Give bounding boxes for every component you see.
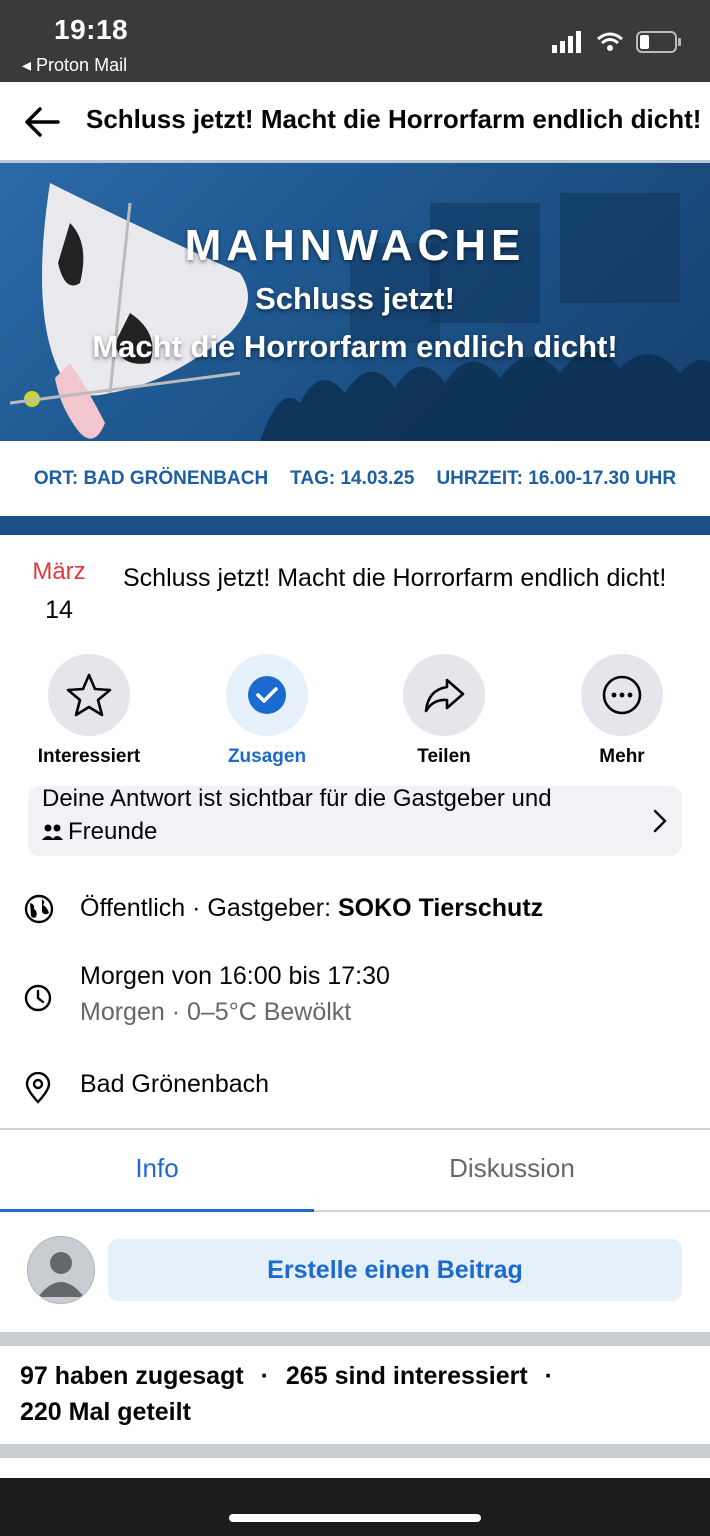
going-circle bbox=[226, 654, 308, 736]
notice-text: Deine Antwort ist sichtbar für die Gastg… bbox=[42, 786, 642, 848]
chevron-right-icon bbox=[653, 809, 667, 833]
banner-headline: MAHNWACHE bbox=[184, 221, 526, 270]
battery-icon bbox=[636, 31, 681, 53]
home-bar-area bbox=[0, 1478, 710, 1536]
event-title: Schluss jetzt! Macht die Horrorfarm endl… bbox=[123, 564, 667, 592]
event-cover-image[interactable]: MAHNWACHE Schluss jetzt! Macht die Horro… bbox=[0, 163, 710, 535]
wifi-icon bbox=[597, 32, 623, 51]
interested-count[interactable]: 265 sind interessiert bbox=[286, 1362, 528, 1390]
shared-count[interactable]: 220 Mal geteilt bbox=[20, 1394, 690, 1430]
more-icon bbox=[602, 675, 642, 715]
create-post-row: Erstelle einen Beitrag bbox=[0, 1210, 710, 1332]
create-post-button[interactable]: Erstelle einen Beitrag bbox=[108, 1239, 682, 1301]
banner-line-2: Macht die Horrorfarm endlich dicht! bbox=[92, 329, 618, 364]
section-divider-bottom bbox=[0, 1444, 710, 1458]
banner-line-1: Schluss jetzt! bbox=[255, 281, 455, 316]
share-button[interactable]: Teilen bbox=[374, 654, 514, 768]
visibility-notice[interactable]: Deine Antwort ist sichtbar für die Gastg… bbox=[28, 786, 682, 856]
banner-ort: ORT: BAD GRÖNENBACH bbox=[33, 467, 269, 489]
interested-button[interactable]: Interessiert bbox=[19, 654, 159, 768]
status-icons bbox=[552, 30, 682, 54]
banner-uhrzeit: UHRZEIT: 16.00-17.30 UHR bbox=[436, 467, 677, 489]
location-text: Bad Grönenbach bbox=[80, 1070, 270, 1098]
banner-bottom-band bbox=[0, 516, 710, 535]
event-month: März bbox=[32, 558, 86, 585]
banner-tag: TAG: 14.03.25 bbox=[290, 467, 415, 489]
avatar[interactable] bbox=[27, 1236, 95, 1304]
notice-line-1: Deine Antwort ist sichtbar für die Gastg… bbox=[42, 786, 552, 812]
privacy-text: Öffentlich · Gastgeber: SOKO Tierschutz bbox=[80, 894, 543, 923]
event-actions: Interessiert Zusagen Teilen Mehr bbox=[0, 654, 710, 774]
clock-icon bbox=[24, 984, 52, 1012]
more-circle bbox=[581, 654, 663, 736]
friends-icon bbox=[42, 824, 63, 840]
notice-line-2: Freunde bbox=[68, 818, 158, 845]
signal-icon bbox=[552, 31, 581, 53]
event-header: Schluss jetzt! Macht die Horrorfarm endl… bbox=[0, 82, 710, 163]
time-text: Morgen von 16:00 bis 17:30 bbox=[80, 962, 390, 990]
home-indicator[interactable] bbox=[229, 1514, 481, 1522]
header-title: Schluss jetzt! Macht die Horrorfarm endl… bbox=[86, 104, 702, 134]
more-label: Mehr bbox=[599, 746, 645, 767]
event-stats: 97 haben zugesagt · 265 sind interessier… bbox=[20, 1358, 690, 1430]
more-button[interactable]: Mehr bbox=[552, 654, 692, 768]
section-divider bbox=[0, 1332, 710, 1346]
going-label: Zusagen bbox=[227, 746, 307, 767]
star-icon bbox=[66, 673, 112, 717]
default-avatar-icon bbox=[38, 1252, 84, 1297]
share-label: Teilen bbox=[417, 746, 471, 767]
back-arrow-icon[interactable] bbox=[22, 104, 62, 140]
status-bar: 19:18 ◂ Proton Mail bbox=[0, 0, 710, 82]
tab-discussion[interactable]: Diskussion bbox=[314, 1130, 710, 1208]
weather-text: Morgen · 0–5°C Bewölkt bbox=[80, 998, 352, 1026]
event-date: März 14 bbox=[24, 558, 94, 625]
banner-background: MAHNWACHE Schluss jetzt! Macht die Horro… bbox=[0, 163, 710, 441]
share-circle bbox=[403, 654, 485, 736]
back-to-app-link[interactable]: ◂ Proton Mail bbox=[22, 55, 127, 76]
share-icon bbox=[424, 678, 465, 713]
banner-info-strip: ORT: BAD GRÖNENBACH TAG: 14.03.25 UHRZEI… bbox=[0, 441, 710, 516]
event-tabs: Info Diskussion bbox=[0, 1128, 710, 1212]
event-day: 14 bbox=[45, 596, 73, 624]
globe-icon bbox=[24, 894, 54, 924]
interested-label: Interessiert bbox=[37, 746, 141, 767]
location-pin-icon bbox=[25, 1072, 51, 1104]
going-count[interactable]: 97 haben zugesagt bbox=[20, 1362, 244, 1390]
status-time: 19:18 bbox=[54, 14, 129, 45]
check-circle-icon bbox=[248, 676, 286, 714]
privacy-label: Öffentlich · Gastgeber: bbox=[80, 894, 338, 922]
going-button[interactable]: Zusagen bbox=[197, 654, 337, 768]
tab-info[interactable]: Info bbox=[0, 1130, 314, 1208]
host-name[interactable]: SOKO Tierschutz bbox=[338, 894, 543, 922]
interested-circle bbox=[48, 654, 130, 736]
